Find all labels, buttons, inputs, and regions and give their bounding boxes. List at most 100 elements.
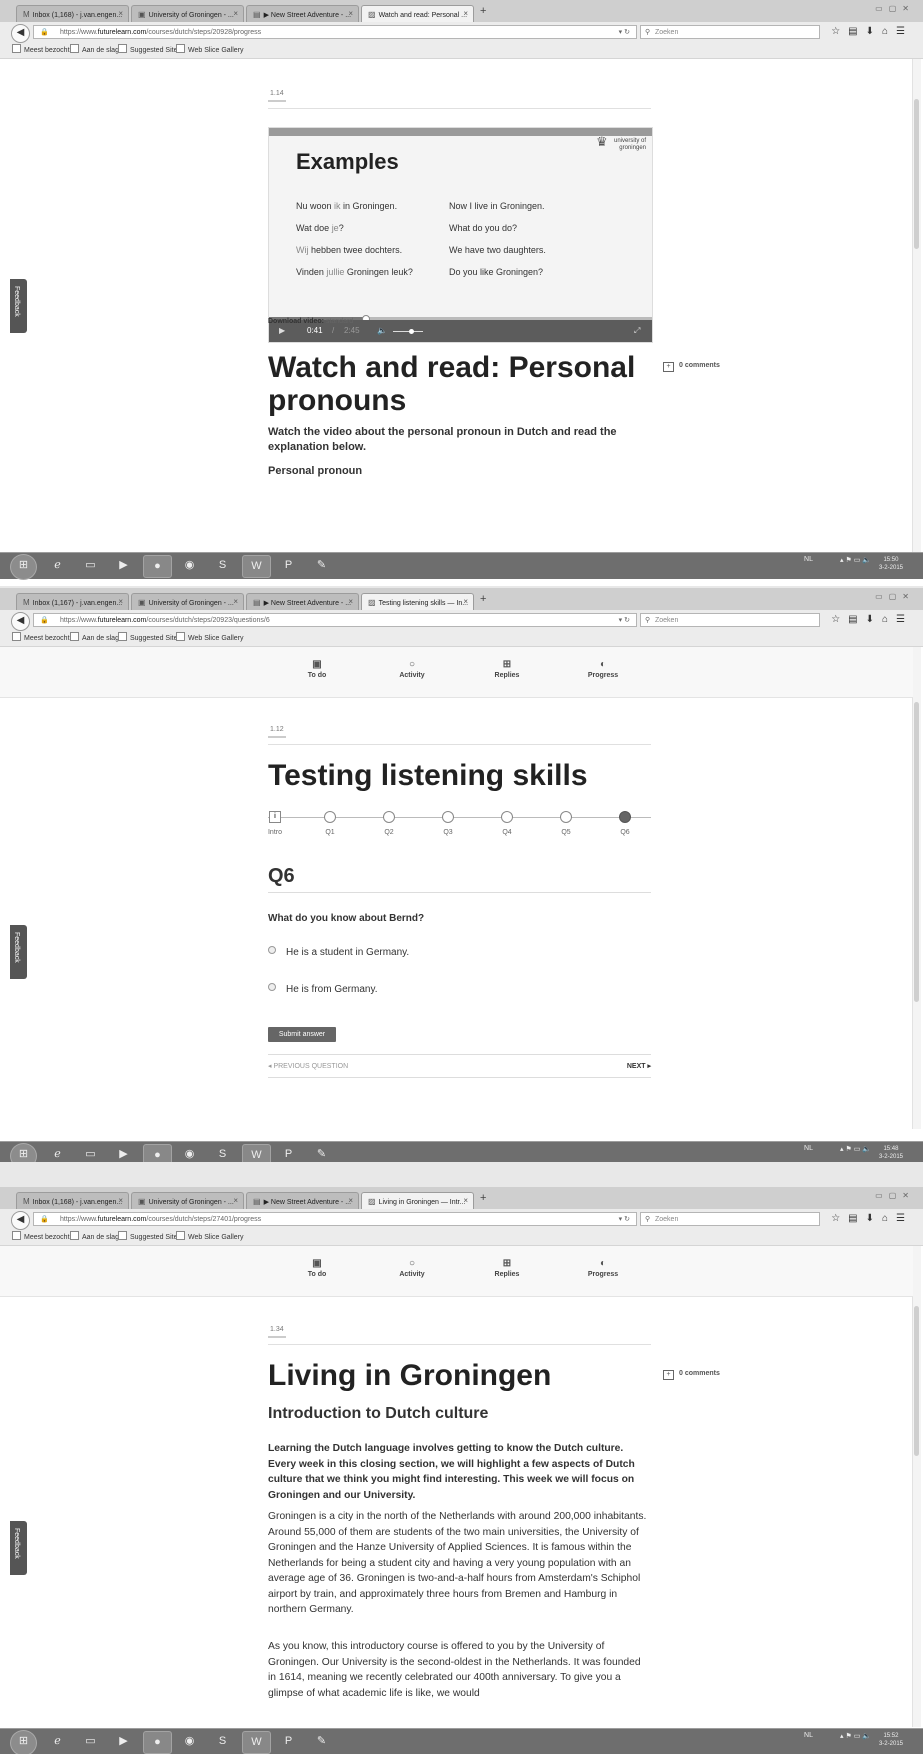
scrollbar[interactable] xyxy=(912,647,921,1129)
paint-icon[interactable]: ✎ xyxy=(308,555,335,576)
word-icon[interactable]: W xyxy=(242,1731,271,1754)
progress-node-q4[interactable] xyxy=(501,811,513,823)
fullscreen-icon[interactable]: ⤢ xyxy=(634,326,640,336)
word-icon[interactable]: W xyxy=(242,1144,271,1162)
volume-handle[interactable] xyxy=(409,329,414,334)
firefox-icon[interactable]: ● xyxy=(143,555,172,578)
window-controls[interactable]: ▭▢✕ xyxy=(875,592,915,601)
previous-question-link[interactable]: ◂ PREVIOUS QUESTION xyxy=(268,1062,348,1070)
word-icon[interactable]: W xyxy=(242,555,271,578)
feedback-tab[interactable]: Feedback xyxy=(10,925,27,979)
publisher-icon[interactable]: P xyxy=(275,555,302,576)
close-tab-icon[interactable]: × xyxy=(348,597,353,606)
menu-replies[interactable]: ⊞ Replies xyxy=(477,1258,537,1278)
progress-node-q3[interactable] xyxy=(442,811,454,823)
close-tab-icon[interactable]: × xyxy=(463,597,468,606)
chrome-icon[interactable]: ◉ xyxy=(176,1144,203,1162)
media-player-icon[interactable]: ▶ xyxy=(110,1144,137,1162)
tab-new-street[interactable]: ▤ ▶ New Street Adventure - ... × xyxy=(246,593,359,610)
bookmark-item[interactable]: Suggested Sites xyxy=(118,632,181,646)
bookmark-item[interactable]: Aan de slag xyxy=(70,632,119,646)
tab-active[interactable]: ▨ Testing listening skills — In... × xyxy=(361,593,474,611)
scrollbar[interactable] xyxy=(912,1246,921,1727)
tab-inbox[interactable]: M Inbox (1,168) - j.van.engen... × xyxy=(16,1192,129,1209)
next-question-link[interactable]: NEXT ▸ xyxy=(627,1062,651,1070)
answer-option[interactable]: He is from Germany. xyxy=(268,983,378,995)
reload-icon[interactable]: ▾ ↻ xyxy=(619,614,630,626)
tab-university[interactable]: ▣ University of Groningen - ... × xyxy=(131,1192,244,1209)
tab-university[interactable]: ▣ University of Groningen - ... × xyxy=(131,5,244,22)
close-tab-icon[interactable]: × xyxy=(463,9,468,18)
download-standard-link[interactable]: standard xyxy=(326,318,353,325)
new-tab-button[interactable]: + xyxy=(480,5,486,17)
bookmark-item[interactable]: Web Slice Gallery xyxy=(176,44,244,58)
clock[interactable]: 15:50 3-2-2015 xyxy=(879,556,903,572)
comments-link[interactable]: +0 comments xyxy=(663,362,720,372)
back-button[interactable]: ◀ xyxy=(11,24,30,43)
progress-node-intro[interactable]: i xyxy=(269,811,281,823)
ie-icon[interactable]: ℯ xyxy=(44,555,71,576)
radio-button[interactable] xyxy=(268,946,276,954)
toolbar-icons[interactable]: ☆▤⬇⌂☰ xyxy=(831,26,913,37)
feedback-tab[interactable]: Feedback xyxy=(10,279,27,333)
bookmark-item[interactable]: Aan de slag xyxy=(70,1231,119,1245)
close-tab-icon[interactable]: × xyxy=(348,9,353,18)
menu-progress[interactable]: ◐ Progress xyxy=(573,1258,633,1278)
menu-progress[interactable]: ◐ Progress xyxy=(573,659,633,679)
window-controls[interactable]: ▭▢✕ xyxy=(875,4,915,13)
bookmark-item[interactable]: Meest bezocht xyxy=(12,1231,70,1245)
bookmark-item[interactable]: Meest bezocht xyxy=(12,44,70,58)
ie-icon[interactable]: ℯ xyxy=(44,1731,71,1752)
tab-inbox[interactable]: M Inbox (1,167) - j.van.engen... × xyxy=(16,593,129,610)
tab-inbox[interactable]: M Inbox (1,168) - j.van.engen... × xyxy=(16,5,129,22)
clock[interactable]: 15:52 3-2-2015 xyxy=(879,1732,903,1748)
radio-button[interactable] xyxy=(268,983,276,991)
skype-icon[interactable]: S xyxy=(209,1144,236,1162)
menu-activity[interactable]: ○ Activity xyxy=(382,1258,442,1278)
bookmark-item[interactable]: Meest bezocht xyxy=(12,632,70,646)
media-player-icon[interactable]: ▶ xyxy=(110,555,137,576)
bookmark-item[interactable]: Web Slice Gallery xyxy=(176,632,244,646)
tray-icons[interactable]: ▴ ⚑ ▭ 🔈 xyxy=(840,1145,871,1153)
bookmark-item[interactable]: Suggested Sites xyxy=(118,1231,181,1245)
firefox-icon[interactable]: ● xyxy=(143,1144,172,1162)
volume-slider[interactable] xyxy=(393,329,423,334)
url-bar[interactable]: 🔒 https://www.futurelearn.com/courses/dut… xyxy=(33,613,637,627)
progress-node-q1[interactable] xyxy=(324,811,336,823)
tray-icons[interactable]: ▴ ⚑ ▭ 🔈 xyxy=(840,1732,871,1740)
tab-active[interactable]: ▨ Watch and read: Personal ... × xyxy=(361,5,474,23)
submit-answer-button[interactable]: Submit answer xyxy=(268,1027,336,1042)
bookmark-item[interactable]: Suggested Sites xyxy=(118,44,181,58)
search-input[interactable]: ⚲ Zoeken xyxy=(640,25,820,39)
tab-new-street[interactable]: ▤ ▶ New Street Adventure - ... × xyxy=(246,1192,359,1209)
comments-link[interactable]: +0 comments xyxy=(663,1370,720,1380)
scrollbar-thumb[interactable] xyxy=(914,702,919,1002)
progress-node-q5[interactable] xyxy=(560,811,572,823)
close-tab-icon[interactable]: × xyxy=(233,597,238,606)
scrollbar-thumb[interactable] xyxy=(914,99,919,249)
close-tab-icon[interactable]: × xyxy=(463,1196,468,1205)
skype-icon[interactable]: S xyxy=(209,1731,236,1752)
skype-icon[interactable]: S xyxy=(209,555,236,576)
menu-activity[interactable]: ○ Activity xyxy=(382,659,442,679)
url-bar[interactable]: 🔒 https://www.futurelearn.com/courses/dut… xyxy=(33,25,637,39)
volume-icon[interactable]: 🔈 xyxy=(377,326,387,335)
tab-university[interactable]: ▣ University of Groningen - ... × xyxy=(131,593,244,610)
start-button[interactable]: ⊞ xyxy=(10,554,37,580)
close-tab-icon[interactable]: × xyxy=(233,1196,238,1205)
tray-language[interactable]: NL xyxy=(804,1145,813,1152)
play-icon[interactable]: ▶ xyxy=(279,326,285,335)
menu-replies[interactable]: ⊞ Replies xyxy=(477,659,537,679)
back-button[interactable]: ◀ xyxy=(11,612,30,631)
reload-icon[interactable]: ▾ ↻ xyxy=(619,26,630,38)
reload-icon[interactable]: ▾ ↻ xyxy=(619,1213,630,1225)
explorer-icon[interactable]: ▭ xyxy=(77,1731,104,1752)
close-tab-icon[interactable]: × xyxy=(348,1196,353,1205)
back-button[interactable]: ◀ xyxy=(11,1211,30,1230)
new-tab-button[interactable]: + xyxy=(480,1192,486,1204)
close-tab-icon[interactable]: × xyxy=(118,9,123,18)
chrome-icon[interactable]: ◉ xyxy=(176,1731,203,1752)
progress-node-q6[interactable] xyxy=(619,811,631,823)
new-tab-button[interactable]: + xyxy=(480,593,486,605)
paint-icon[interactable]: ✎ xyxy=(308,1144,335,1162)
